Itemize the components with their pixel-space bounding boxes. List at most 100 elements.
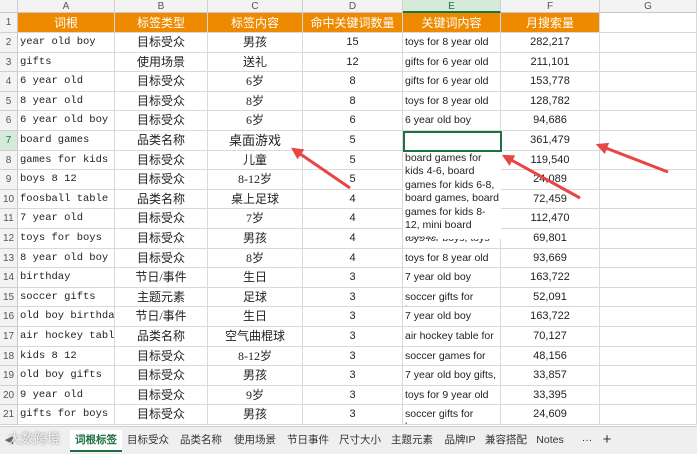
keyword-content-cell[interactable]: toys for 8 year old xyxy=(403,91,501,112)
keyword-content-cell[interactable]: toys for 8 year old xyxy=(403,33,501,53)
keyword-content-cell[interactable]: toys for 9 year old xyxy=(403,385,501,406)
empty-cell[interactable] xyxy=(600,170,697,190)
keyword-root-cell[interactable]: birthday xyxy=(18,268,115,288)
tag-type-cell[interactable]: 目标受众 xyxy=(115,366,208,386)
keyword-root-cell[interactable]: 6 year old boy xyxy=(18,111,115,131)
empty-cell[interactable] xyxy=(600,366,697,386)
keyword-root-cell[interactable]: toys for boys xyxy=(18,229,115,249)
column-header-b[interactable]: B xyxy=(115,0,208,13)
tag-content-cell[interactable]: 足球 xyxy=(208,287,303,308)
empty-cell[interactable] xyxy=(600,229,697,249)
row-header[interactable]: 14 xyxy=(0,268,18,288)
select-all-corner[interactable] xyxy=(0,0,18,13)
hit-count-cell[interactable]: 3 xyxy=(303,307,403,327)
tag-type-cell[interactable]: 目标受众 xyxy=(115,385,208,406)
row-header[interactable]: 7 xyxy=(0,131,18,151)
empty-cell[interactable] xyxy=(600,307,697,327)
keyword-root-cell[interactable]: board games xyxy=(18,131,115,151)
tag-content-cell[interactable]: 儿童 xyxy=(208,150,303,171)
sheet-tab[interactable]: 兼容搭配 xyxy=(482,430,530,450)
empty-cell[interactable] xyxy=(600,150,697,171)
tag-content-cell[interactable]: 送礼 xyxy=(208,52,303,73)
search-volume-cell[interactable]: 163,722 xyxy=(501,307,600,327)
keyword-root-cell[interactable]: games for kids xyxy=(18,150,115,171)
empty-cell[interactable] xyxy=(600,91,697,112)
keyword-root-cell[interactable]: kids 8 12 xyxy=(18,346,115,367)
keyword-content-cell[interactable]: air hockey table for xyxy=(403,327,501,347)
tag-content-cell[interactable]: 桌面游戏 xyxy=(208,131,303,151)
tag-content-cell[interactable]: 生日 xyxy=(208,307,303,327)
tag-type-cell[interactable]: 目标受众 xyxy=(115,346,208,367)
search-volume-cell[interactable]: 94,686 xyxy=(501,111,600,131)
tag-type-cell[interactable]: 使用场景 xyxy=(115,52,208,73)
tag-content-cell[interactable]: 桌上足球 xyxy=(208,189,303,210)
search-volume-cell[interactable]: 69,801 xyxy=(501,229,600,249)
tag-type-cell[interactable]: 品类名称 xyxy=(115,327,208,347)
keyword-root-cell[interactable]: air hockey table xyxy=(18,327,115,347)
search-volume-cell[interactable]: 52,091 xyxy=(501,287,600,308)
column-header-a[interactable]: A xyxy=(18,0,115,13)
empty-cell[interactable] xyxy=(600,346,697,367)
hit-count-cell[interactable]: 3 xyxy=(303,385,403,406)
tag-type-cell[interactable]: 目标受众 xyxy=(115,91,208,112)
tag-content-cell[interactable]: 8岁 xyxy=(208,248,303,269)
hit-count-cell[interactable]: 8 xyxy=(303,72,403,92)
sheet-tab[interactable]: Notes xyxy=(530,430,570,450)
hit-count-cell[interactable]: 5 xyxy=(303,170,403,190)
tag-content-cell[interactable]: 8-12岁 xyxy=(208,346,303,367)
column-header-d[interactable]: D xyxy=(303,0,403,13)
row-header[interactable]: 21 xyxy=(0,405,18,425)
keyword-root-cell[interactable]: boys 8 12 xyxy=(18,170,115,190)
tag-content-cell[interactable]: 男孩 xyxy=(208,33,303,53)
search-volume-cell[interactable]: 112,470 xyxy=(501,209,600,229)
hit-count-cell[interactable]: 4 xyxy=(303,209,403,229)
row-header[interactable]: 4 xyxy=(0,72,18,92)
row-header[interactable]: 15 xyxy=(0,287,18,308)
tag-type-cell[interactable]: 节日/事件 xyxy=(115,307,208,327)
tag-content-cell[interactable]: 男孩 xyxy=(208,229,303,249)
hit-count-cell[interactable]: 4 xyxy=(303,189,403,210)
sheet-tab[interactable]: 品类名称 xyxy=(174,430,228,450)
tag-content-cell[interactable]: 空气曲棍球 xyxy=(208,327,303,347)
empty-cell[interactable] xyxy=(600,268,697,288)
empty-cell[interactable] xyxy=(600,385,697,406)
tag-type-cell[interactable]: 目标受众 xyxy=(115,405,208,425)
hit-count-cell[interactable]: 4 xyxy=(303,229,403,249)
row-header[interactable]: 13 xyxy=(0,248,18,269)
tag-type-cell[interactable]: 品类名称 xyxy=(115,189,208,210)
row-header[interactable]: 18 xyxy=(0,346,18,367)
keyword-root-cell[interactable]: year old boy xyxy=(18,33,115,53)
keyword-content-cell[interactable]: gifts for 6 year old xyxy=(403,72,501,92)
tag-type-cell[interactable]: 目标受众 xyxy=(115,170,208,190)
empty-cell[interactable] xyxy=(600,52,697,73)
row-header[interactable]: 8 xyxy=(0,150,18,171)
empty-cell[interactable] xyxy=(600,13,697,33)
empty-cell[interactable] xyxy=(600,287,697,308)
column-header-c[interactable]: C xyxy=(208,0,303,13)
hit-count-cell[interactable]: 6 xyxy=(303,111,403,131)
row-header[interactable]: 3 xyxy=(0,52,18,73)
empty-cell[interactable] xyxy=(600,33,697,53)
keyword-content-cell[interactable]: soccer gifts for boys xyxy=(403,287,501,308)
column-header-f[interactable]: F xyxy=(501,0,600,13)
hit-count-cell[interactable]: 5 xyxy=(303,150,403,171)
keyword-root-cell[interactable]: old boy gifts xyxy=(18,366,115,386)
tag-content-cell[interactable]: 6岁 xyxy=(208,72,303,92)
row-header[interactable]: 17 xyxy=(0,327,18,347)
search-volume-cell[interactable]: 93,669 xyxy=(501,248,600,269)
tag-type-cell[interactable]: 目标受众 xyxy=(115,72,208,92)
keyword-root-cell[interactable]: 9 year old xyxy=(18,385,115,406)
empty-cell[interactable] xyxy=(600,209,697,229)
search-volume-cell[interactable]: 119,540 xyxy=(501,150,600,171)
search-volume-cell[interactable]: 33,857 xyxy=(501,366,600,386)
tag-type-cell[interactable]: 目标受众 xyxy=(115,248,208,269)
search-volume-cell[interactable]: 153,778 xyxy=(501,72,600,92)
hit-count-cell[interactable]: 12 xyxy=(303,52,403,73)
keyword-content-cell-expanded[interactable]: board games for kids 4-6, board games fo… xyxy=(403,148,501,239)
tag-type-cell[interactable]: 目标受众 xyxy=(115,229,208,249)
row-header[interactable]: 11 xyxy=(0,209,18,229)
tag-type-cell[interactable]: 目标受众 xyxy=(115,209,208,229)
sheet-tab[interactable]: 尺寸大小 xyxy=(334,430,386,450)
hit-count-cell[interactable]: 8 xyxy=(303,91,403,112)
tag-content-cell[interactable]: 8岁 xyxy=(208,91,303,112)
